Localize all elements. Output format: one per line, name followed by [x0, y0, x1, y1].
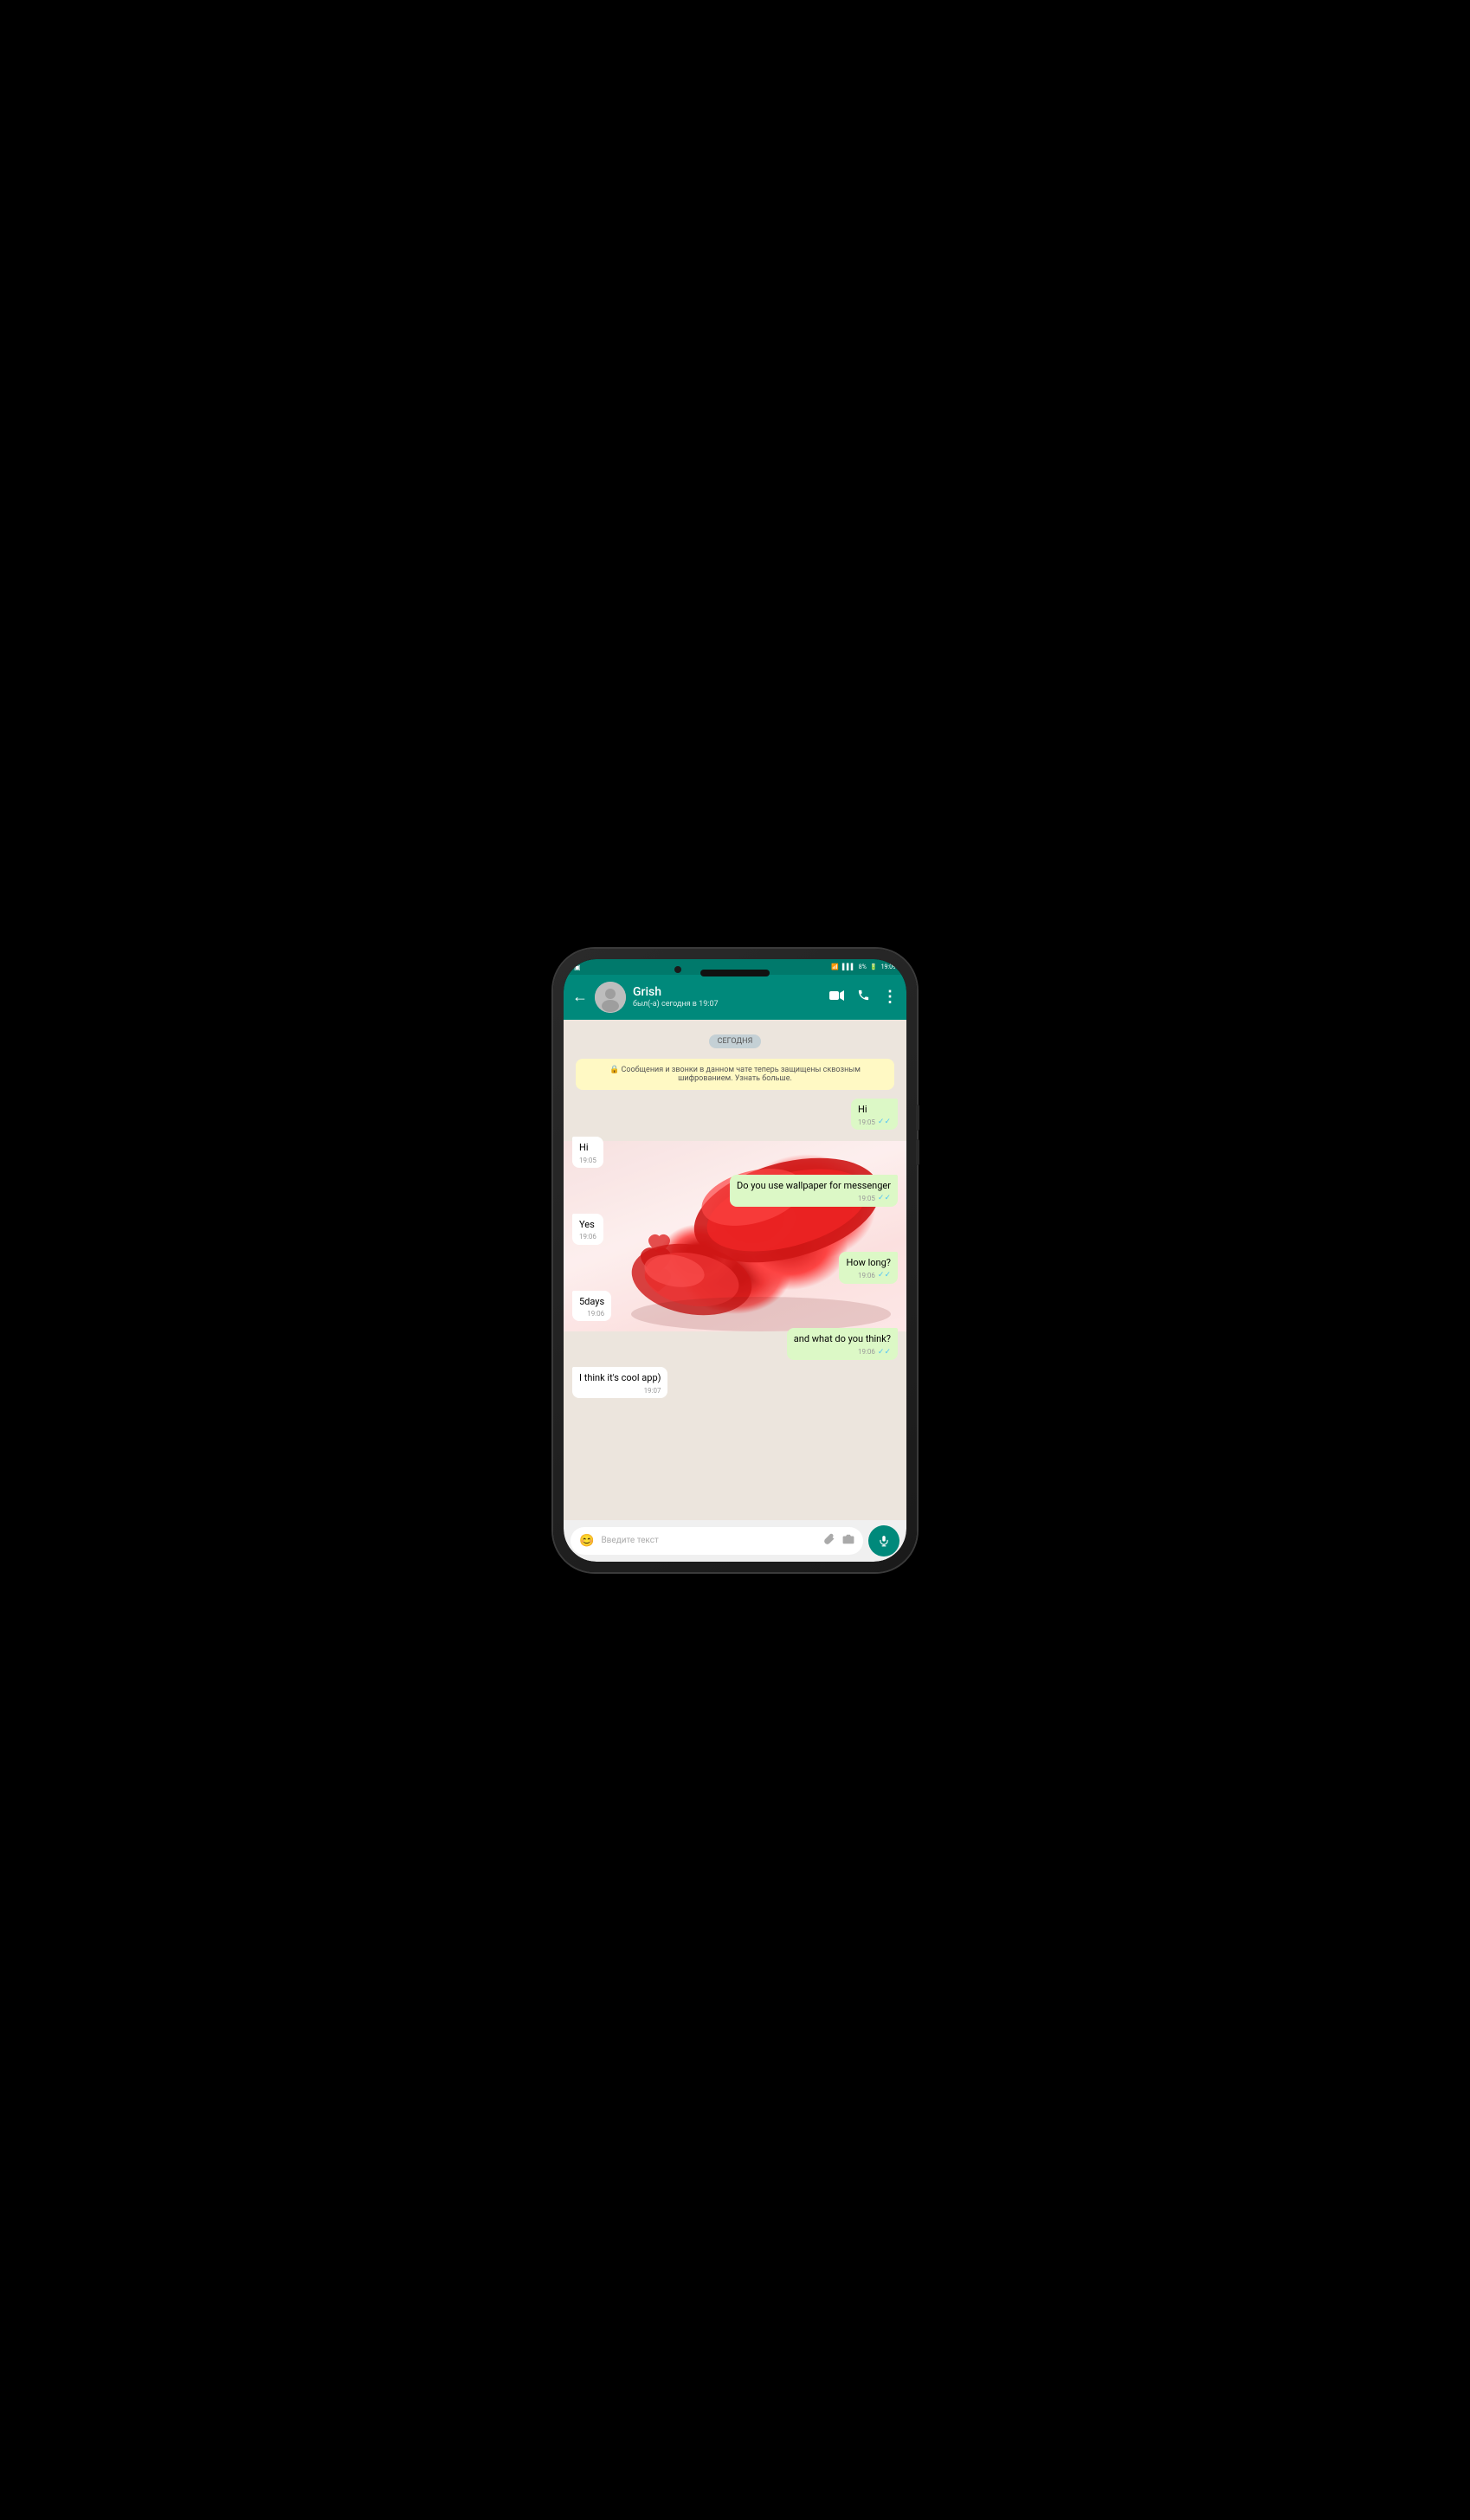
signal-icon: ▌▌▌	[842, 964, 855, 970]
message-time-1: 19:05	[858, 1118, 875, 1127]
message-time-5: 19:06	[858, 1271, 875, 1280]
attachment-button[interactable]	[823, 1533, 835, 1549]
system-message: 🔒 Сообщения и звонки в данном чате тепер…	[576, 1059, 894, 1090]
camera-button[interactable]	[842, 1533, 854, 1549]
message-bubble-2: Hi 19:05	[572, 1137, 603, 1168]
status-bar: ▣ 📶 ▌▌▌ 8% 🔋 19:09	[564, 959, 906, 975]
message-time-6: 19:06	[587, 1309, 604, 1318]
text-input-container[interactable]: 😊 Введите текст	[571, 1527, 863, 1555]
message-bubble-5: How long? 19:06 ✓✓	[839, 1252, 898, 1284]
message-text-4: Yes	[579, 1219, 595, 1230]
message-row-5: How long? 19:06 ✓✓	[572, 1252, 898, 1284]
check-marks-3: ✓✓	[878, 1193, 891, 1204]
bubble-meta-7: 19:06 ✓✓	[794, 1347, 891, 1358]
toolbar-actions: ⋮	[829, 988, 898, 1006]
message-bubble-1: Hi 19:05 ✓✓	[851, 1099, 898, 1131]
system-message-text: 🔒 Сообщения и звонки в данном чате тепер…	[609, 1066, 861, 1083]
contact-status: был(-а) сегодня в 19:07	[633, 1000, 822, 1009]
status-bar-right: 📶 ▌▌▌ 8% 🔋 19:09	[831, 964, 896, 970]
input-bar: 😊 Введите текст	[564, 1520, 906, 1562]
bubble-meta-2: 19:05	[579, 1156, 596, 1165]
message-row-4: Yes 19:06	[572, 1214, 898, 1245]
status-bar-left: ▣	[574, 964, 581, 971]
mic-button[interactable]	[868, 1525, 899, 1556]
battery-icon: 🔋	[870, 964, 878, 970]
message-time-2: 19:05	[579, 1156, 596, 1165]
message-row-1: Hi 19:05 ✓✓	[572, 1099, 898, 1131]
screen: ▣ 📶 ▌▌▌ 8% 🔋 19:09 ←	[564, 959, 906, 1562]
check-marks-1: ✓✓	[878, 1117, 891, 1128]
chat-area: СЕГОДНЯ 🔒 Сообщения и звонки в данном ча…	[564, 1020, 906, 1520]
voice-call-button[interactable]	[857, 989, 870, 1005]
message-row-2: Hi 19:05	[572, 1137, 898, 1168]
message-row-8: I think it's cool app) 19:07	[572, 1367, 898, 1398]
message-row-6: 5days 19:06	[572, 1291, 898, 1322]
contact-name: Grish	[633, 985, 822, 1000]
check-marks-5: ✓✓	[878, 1270, 891, 1281]
message-bubble-8: I think it's cool app) 19:07	[572, 1367, 667, 1398]
message-bubble-7: and what do you think? 19:06 ✓✓	[787, 1328, 898, 1360]
bubble-meta-6: 19:06	[579, 1309, 604, 1318]
back-button[interactable]: ←	[572, 988, 588, 1006]
message-row-7: and what do you think? 19:06 ✓✓	[572, 1328, 898, 1360]
message-text-7: and what do you think?	[794, 1333, 891, 1344]
contact-info[interactable]: Grish был(-а) сегодня в 19:07	[633, 985, 822, 1009]
more-options-button[interactable]: ⋮	[882, 988, 898, 1006]
message-time-4: 19:06	[579, 1232, 596, 1241]
message-text-8: I think it's cool app)	[579, 1372, 661, 1383]
bubble-meta-3: 19:05 ✓✓	[737, 1193, 891, 1204]
message-row-3: Do you use wallpaper for messenger 19:05…	[572, 1175, 898, 1207]
phone-device: ▣ 📶 ▌▌▌ 8% 🔋 19:09 ←	[553, 949, 917, 1572]
message-time-8: 19:07	[644, 1386, 661, 1395]
message-bubble-6: 5days 19:06	[572, 1291, 611, 1322]
contact-avatar[interactable]	[595, 982, 626, 1013]
message-bubble-4: Yes 19:06	[572, 1214, 603, 1245]
message-text-1: Hi	[858, 1104, 867, 1115]
message-time-3: 19:05	[858, 1194, 875, 1203]
battery-percentage: 8%	[859, 964, 867, 970]
message-text-3: Do you use wallpaper for messenger	[737, 1180, 891, 1191]
emoji-button[interactable]: 😊	[579, 1534, 594, 1548]
notification-icon: ▣	[574, 964, 581, 971]
message-text-5: How long?	[846, 1257, 891, 1268]
date-separator: СЕГОДНЯ	[709, 1030, 762, 1048]
message-text-6: 5days	[579, 1296, 604, 1307]
message-text-2: Hi	[579, 1142, 589, 1153]
text-input-placeholder[interactable]: Введите текст	[601, 1536, 816, 1545]
bubble-meta-8: 19:07	[579, 1386, 661, 1395]
bubble-meta-4: 19:06	[579, 1232, 596, 1241]
time-display: 19:09	[881, 964, 896, 970]
check-marks-7: ✓✓	[878, 1347, 891, 1358]
message-bubble-3: Do you use wallpaper for messenger 19:05…	[730, 1175, 898, 1207]
chat-toolbar: ← Grish был(-а) сегодня в 19:07	[564, 975, 906, 1020]
input-icons	[823, 1533, 854, 1549]
wifi-icon: 📶	[831, 964, 839, 970]
date-badge: СЕГОДНЯ	[709, 1034, 762, 1048]
message-time-7: 19:06	[858, 1347, 875, 1357]
bubble-meta-1: 19:05 ✓✓	[858, 1117, 891, 1128]
bubble-meta-5: 19:06 ✓✓	[846, 1270, 891, 1281]
video-call-button[interactable]	[829, 989, 845, 1005]
